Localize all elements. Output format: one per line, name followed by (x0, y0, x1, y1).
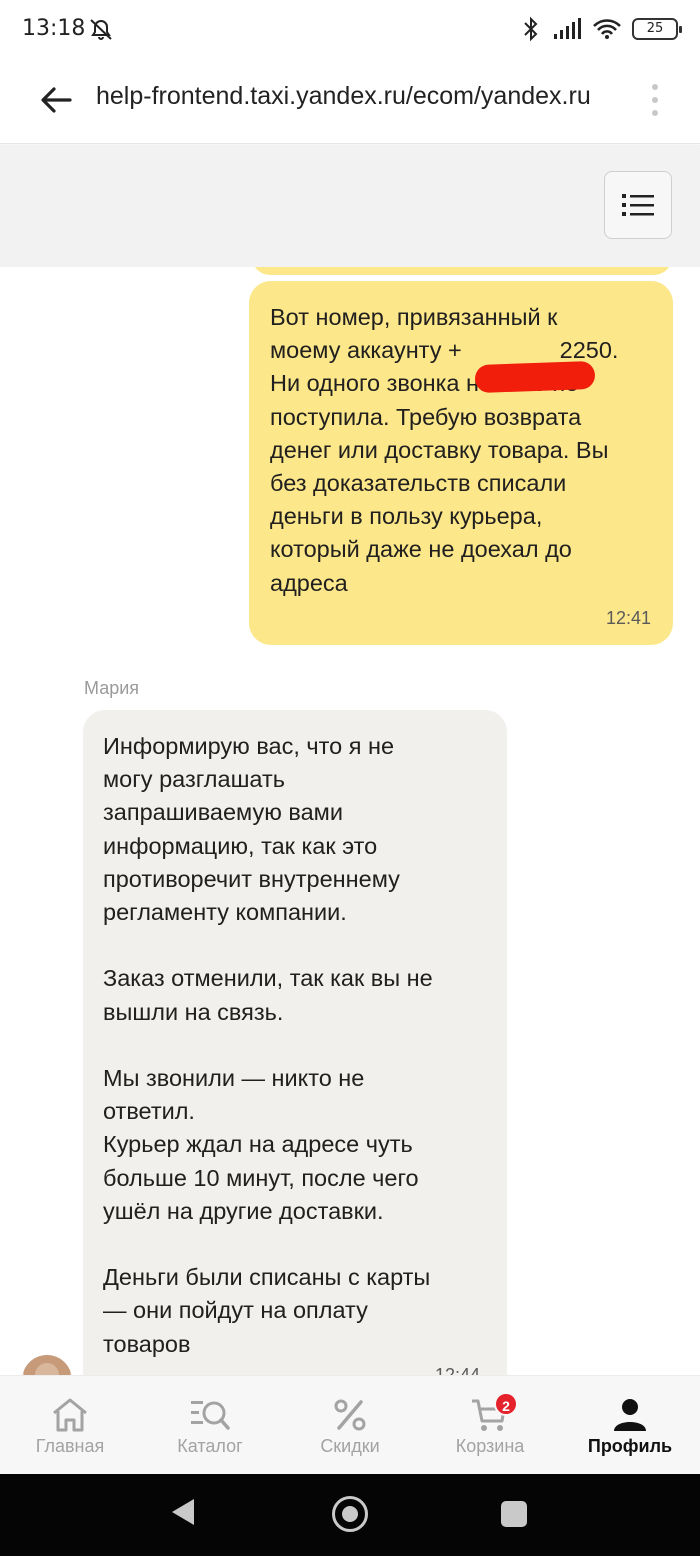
page-header (0, 145, 700, 267)
tab-profile-label: Профиль (587, 1436, 673, 1456)
system-nav-bar (0, 1474, 700, 1556)
cart-count-badge: 2 (494, 1392, 518, 1416)
tab-catalog-label: Каталог (177, 1436, 243, 1456)
back-arrow-icon[interactable] (36, 80, 76, 120)
catalog-icon (191, 1401, 230, 1430)
agent-name: Мария (84, 678, 140, 698)
url-field[interactable]: help-frontend.taxi.yandex.ru/ecom/yandex… (96, 82, 616, 111)
status-icons: 25 (520, 16, 682, 42)
user-message-text: Вот номер, привязанный к моему аккаунту … (270, 304, 619, 596)
browser-url-bar: help-frontend.taxi.yandex.ru/ecom/yandex… (0, 62, 700, 144)
nav-home-icon[interactable] (332, 1496, 368, 1532)
tab-catalog[interactable]: Каталог (140, 1376, 280, 1475)
agent-message-text: Информирую вас, что я не могу разглашать… (103, 733, 433, 1357)
user-message-bubble: Вот номер, привязанный к моему аккаунту … (249, 281, 673, 645)
user-message-time: 12:41 (605, 608, 651, 628)
signal-icon (554, 18, 581, 39)
tab-discounts-label: Скидки (320, 1436, 380, 1456)
nav-recents-icon[interactable] (501, 1501, 527, 1527)
battery-icon: 25 (632, 18, 682, 40)
redaction-mark (474, 360, 596, 394)
tab-home-label: Главная (35, 1436, 105, 1456)
tab-home[interactable]: Главная (0, 1376, 140, 1475)
bottom-tab-bar: Главная Каталог Скидки Корзина Профиль 2 (0, 1375, 700, 1474)
wifi-icon (593, 19, 621, 39)
previous-message-bubble (252, 267, 672, 275)
agent-message-time: 12:44 (435, 1365, 481, 1375)
list-menu-icon (622, 194, 654, 216)
home-icon (53, 1398, 87, 1432)
more-options-icon[interactable] (650, 80, 660, 120)
profile-icon (614, 1399, 646, 1431)
agent-avatar (22, 1355, 72, 1375)
tab-discounts[interactable]: Скидки (280, 1376, 420, 1475)
alarm-off-icon (90, 19, 112, 40)
bluetooth-icon (524, 16, 538, 42)
status-time: 13:18 (22, 16, 86, 41)
status-bar: 13:18 25 (0, 0, 700, 62)
agent-message-bubble: Информирую вас, что я не могу разглашать… (83, 710, 507, 1375)
percent-icon (334, 1399, 366, 1431)
chat-thread[interactable]: Вот номер, привязанный к моему аккаунту … (0, 267, 700, 1375)
tab-profile[interactable]: Профиль (560, 1376, 700, 1475)
nav-back-icon[interactable] (172, 1499, 194, 1525)
tab-cart-label: Корзина (455, 1436, 525, 1456)
tab-cart[interactable]: Корзина (420, 1376, 560, 1475)
menu-button[interactable] (604, 171, 672, 239)
